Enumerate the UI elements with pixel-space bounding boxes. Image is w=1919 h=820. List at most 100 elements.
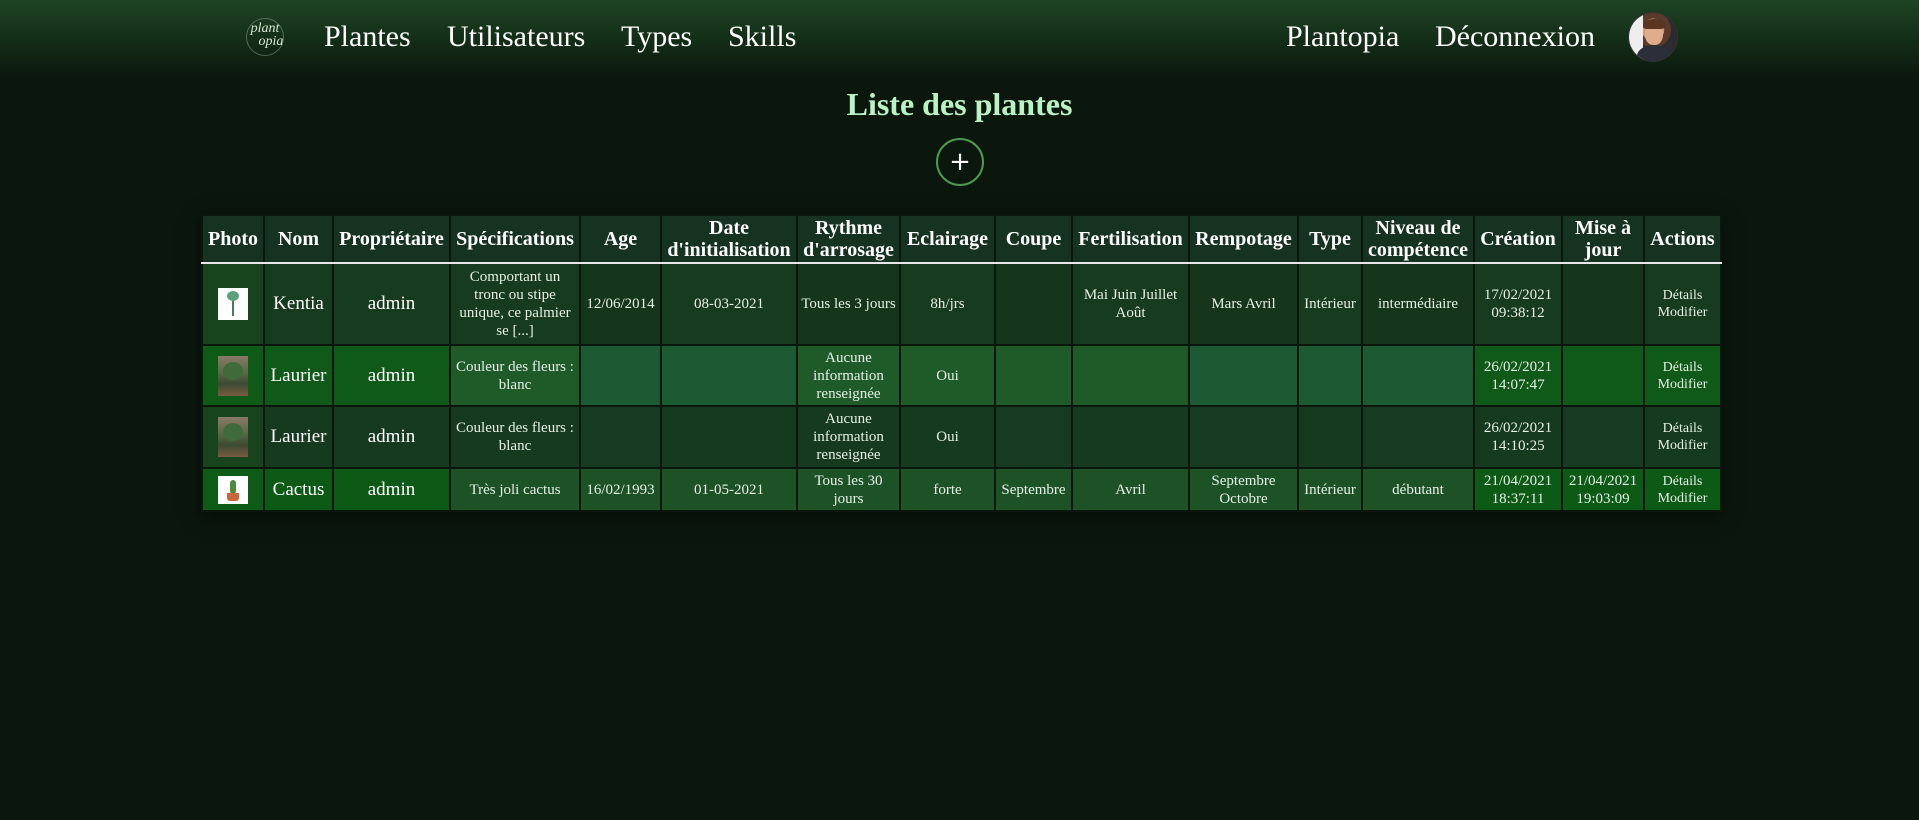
nav-link-types[interactable]: Types <box>621 20 692 54</box>
cell-mise-a-jour <box>1561 262 1645 346</box>
header-photo: Photo <box>201 214 265 264</box>
table-row: Laurier admin Couleur des fleurs : blanc… <box>201 344 1722 407</box>
cell-eclairage: forte <box>899 467 996 512</box>
header-age: Age <box>579 214 662 264</box>
cell-actions: Détails Modifier <box>1643 405 1722 469</box>
cell-coupe <box>994 405 1073 469</box>
cell-mise-a-jour <box>1561 405 1645 469</box>
cell-specifications: Couleur des fleurs : blanc <box>449 405 581 469</box>
avatar-body <box>1637 45 1671 61</box>
cell-actions: Détails Modifier <box>1643 467 1722 512</box>
header-type: Type <box>1297 214 1363 264</box>
cell-nom: Laurier <box>263 405 334 469</box>
cell-proprietaire: admin <box>332 344 451 407</box>
cell-proprietaire: admin <box>332 467 451 512</box>
cell-nom: Cactus <box>263 467 334 512</box>
cell-date-initialisation: 01-05-2021 <box>660 467 798 512</box>
cell-specifications: Couleur des fleurs : blanc <box>449 344 581 407</box>
header-nom: Nom <box>263 214 334 264</box>
cell-niveau <box>1361 405 1475 469</box>
header-rempotage: Rempotage <box>1188 214 1299 264</box>
details-link[interactable]: Détails <box>1648 359 1717 376</box>
cell-rempotage: Septembre Octobre <box>1188 467 1299 512</box>
plants-table-wrapper: Photo Nom Propriétaire Spécifications Ag… <box>201 214 1722 512</box>
details-link[interactable]: Détails <box>1648 420 1717 437</box>
cell-coupe <box>994 344 1073 407</box>
cell-type <box>1297 405 1363 469</box>
plants-table: Photo Nom Propriétaire Spécifications Ag… <box>201 214 1722 512</box>
photo-cell <box>201 262 265 346</box>
cell-fertilisation <box>1071 344 1190 407</box>
cell-creation: 26/02/2021 14:07:47 <box>1473 344 1563 407</box>
cell-fertilisation: Mai Juin Juillet Août <box>1071 262 1190 346</box>
cell-niveau: intermédiaire <box>1361 262 1475 346</box>
nav-link-skills[interactable]: Skills <box>728 20 796 54</box>
header-fertilisation: Fertilisation <box>1071 214 1190 264</box>
cell-type: Intérieur <box>1297 467 1363 512</box>
cell-proprietaire: admin <box>332 262 451 346</box>
photo-cell <box>201 405 265 469</box>
header-rythme-arrosage: Rythme d'arrosage <box>796 214 901 264</box>
cell-rempotage: Mars Avril <box>1188 262 1299 346</box>
cell-niveau: débutant <box>1361 467 1475 512</box>
cell-creation: 26/02/2021 14:10:25 <box>1473 405 1563 469</box>
cell-arrosage: Tous les 3 jours <box>796 262 901 346</box>
page-title: Liste des plantes <box>846 86 1073 122</box>
cell-date-initialisation <box>660 344 798 407</box>
cell-nom: Kentia <box>263 262 334 346</box>
kentia-photo[interactable] <box>218 288 248 320</box>
cell-mise-a-jour <box>1561 344 1645 407</box>
cell-mise-a-jour: 21/04/2021 19:03:09 <box>1561 467 1645 512</box>
modifier-link[interactable]: Modifier <box>1648 437 1717 454</box>
cell-age: 12/06/2014 <box>579 262 662 346</box>
nav-link-plantopia[interactable]: Plantopia <box>1286 20 1399 54</box>
table-row: Laurier admin Couleur des fleurs : blanc… <box>201 405 1722 469</box>
cell-age: 16/02/1993 <box>579 467 662 512</box>
cell-type: Intérieur <box>1297 262 1363 346</box>
cell-type <box>1297 344 1363 407</box>
header-actions: Actions <box>1643 214 1722 264</box>
cell-fertilisation: Avril <box>1071 467 1190 512</box>
modifier-link[interactable]: Modifier <box>1648 490 1717 507</box>
cactus-photo[interactable] <box>218 475 248 504</box>
modifier-link[interactable]: Modifier <box>1648 304 1717 321</box>
navbar: plant opia Plantes Utilisateurs Types Sk… <box>0 0 1919 78</box>
details-link[interactable]: Détails <box>1648 473 1717 490</box>
cell-nom: Laurier <box>263 344 334 407</box>
header-niveau-competence: Niveau de compétence <box>1361 214 1475 264</box>
header-date-initialisation: Date d'initialisation <box>660 214 798 264</box>
nav-link-deconnexion[interactable]: Déconnexion <box>1435 20 1595 54</box>
avatar-hair <box>1643 19 1665 29</box>
logo-ring-icon <box>246 18 284 56</box>
add-plant-button[interactable]: + <box>936 138 984 186</box>
cell-coupe <box>994 262 1073 346</box>
cell-age <box>579 344 662 407</box>
user-avatar[interactable] <box>1628 12 1678 62</box>
cell-rempotage <box>1188 405 1299 469</box>
cell-actions: Détails Modifier <box>1643 344 1722 407</box>
cell-arrosage: Aucune information renseignée <box>796 344 901 407</box>
cell-creation: 21/04/2021 18:37:11 <box>1473 467 1563 512</box>
cell-actions: Détails Modifier <box>1643 262 1722 346</box>
modifier-link[interactable]: Modifier <box>1648 376 1717 393</box>
cell-fertilisation <box>1071 405 1190 469</box>
cell-date-initialisation: 08-03-2021 <box>660 262 798 346</box>
details-link[interactable]: Détails <box>1648 287 1717 304</box>
laurier-photo[interactable] <box>218 417 248 457</box>
cell-coupe: Septembre <box>994 467 1073 512</box>
plantopia-logo[interactable]: plant opia <box>240 14 290 56</box>
cell-niveau <box>1361 344 1475 407</box>
cell-date-initialisation <box>660 405 798 469</box>
cell-specifications: Très joli cactus <box>449 467 581 512</box>
photo-cell <box>201 344 265 407</box>
nav-link-utilisateurs[interactable]: Utilisateurs <box>447 20 585 54</box>
header-eclairage: Eclairage <box>899 214 996 264</box>
cell-specifications: Comportant un tronc ou stipe unique, ce … <box>449 262 581 346</box>
header-specifications: Spécifications <box>449 214 581 264</box>
cell-eclairage: Oui <box>899 344 996 407</box>
cell-age <box>579 405 662 469</box>
header-creation: Création <box>1473 214 1563 264</box>
cell-arrosage: Aucune information renseignée <box>796 405 901 469</box>
laurier-photo[interactable] <box>218 355 248 396</box>
nav-link-plantes[interactable]: Plantes <box>324 20 411 54</box>
